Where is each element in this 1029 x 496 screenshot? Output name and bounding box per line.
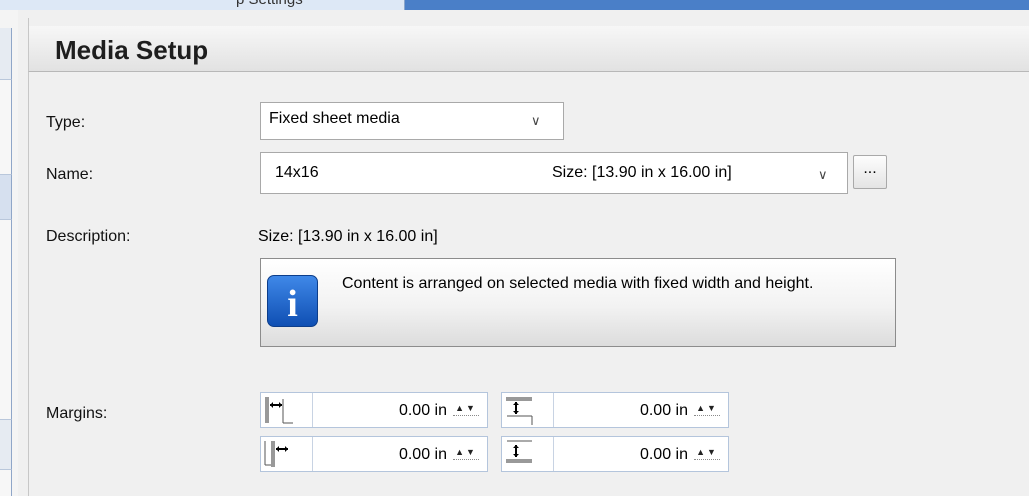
name-select-value: 14x16 [275,164,319,181]
chevron-down-icon: ∨ [531,113,541,128]
name-label: Name: [46,166,94,183]
description-label: Description: [46,228,131,245]
margin-bottom-field[interactable]: 0.00 in ▲▼ [501,436,729,472]
info-icon: i [267,275,318,327]
name-select[interactable]: 14x16 Size: [13.90 in x 16.00 in] ∨ [260,152,848,194]
margin-top-field[interactable]: 0.00 in ▲▼ [501,392,729,428]
browse-media-button[interactable]: ... [853,155,887,189]
panel-header: Media Setup [28,26,1029,72]
margin-bottom-spinner[interactable]: ▲▼ [694,446,720,460]
gutter-tab[interactable] [0,175,12,220]
margin-bottom-icon [502,437,554,471]
margin-left-field[interactable]: 0.00 in ▲▼ [260,392,488,428]
title-strip: p Settings [0,0,1029,10]
page-title: Media Setup [55,35,209,65]
margin-bottom-value: 0.00 in [639,446,688,463]
margin-right-spinner[interactable]: ▲▼ [453,446,479,460]
gutter-tab[interactable] [0,28,12,80]
type-select-value: Fixed sheet media [269,110,400,127]
type-label: Type: [46,114,86,131]
title-tab-text: p Settings [236,0,303,8]
margin-left-icon [261,393,313,427]
info-icon-letter: i [287,283,298,325]
gutter-tab[interactable] [0,420,12,470]
margin-top-value: 0.00 in [639,402,688,419]
margin-left-value: 0.00 in [398,402,447,419]
left-gutter [0,10,18,496]
info-box: i Content is arranged on selected media … [260,258,896,347]
margin-left-spinner[interactable]: ▲▼ [453,402,479,416]
margin-top-spinner[interactable]: ▲▼ [694,402,720,416]
margin-right-icon [261,437,313,471]
margin-right-value: 0.00 in [398,446,447,463]
gutter-tab[interactable] [0,220,12,420]
info-text: Content is arranged on selected media wi… [342,275,814,292]
description-value: Size: [13.90 in x 16.00 in] [258,228,438,245]
chevron-down-icon: ∨ [818,167,828,182]
title-tab: p Settings [0,0,405,10]
margins-label: Margins: [46,405,108,422]
gutter-tab[interactable] [0,80,12,175]
margin-top-icon [502,393,554,427]
name-size-text: Size: [13.90 in x 16.00 in] [552,164,732,181]
gutter-tab[interactable] [0,470,12,496]
type-select[interactable]: Fixed sheet media ∨ [260,102,564,140]
margin-right-field[interactable]: 0.00 in ▲▼ [260,436,488,472]
